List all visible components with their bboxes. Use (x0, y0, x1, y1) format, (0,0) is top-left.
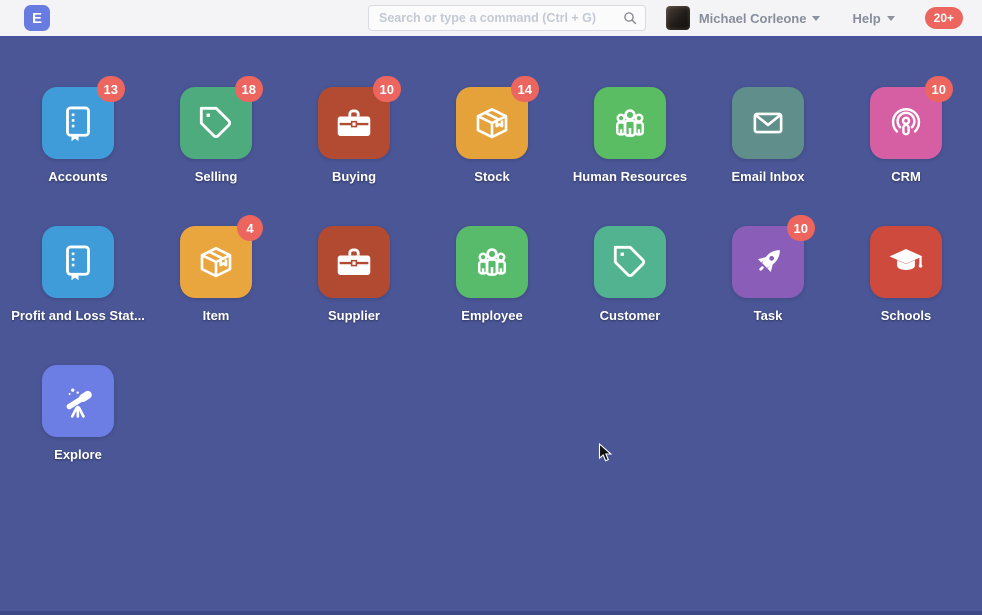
module-tile[interactable] (456, 226, 528, 298)
top-navbar: E Michael Corleone Help 20+ (0, 0, 982, 38)
briefcase-icon (333, 102, 375, 144)
people-icon (609, 102, 651, 144)
module-cell-email-inbox: Email Inbox (699, 87, 837, 184)
app-logo[interactable]: E (24, 5, 50, 31)
module-cell-employee: Employee (423, 226, 561, 323)
user-avatar[interactable] (666, 6, 690, 30)
module-cell-profit-and-loss-stat: Profit and Loss Stat... (9, 226, 147, 323)
graduation-cap-icon (885, 241, 927, 283)
global-search (368, 5, 646, 31)
module-tile[interactable] (318, 226, 390, 298)
module-cell-selling: 18 Selling (147, 87, 285, 184)
module-label: Selling (195, 169, 238, 184)
count-badge: 4 (237, 215, 263, 241)
module-label: Buying (332, 169, 376, 184)
module-grid: 13 Accounts 18 Selling 10 Buying 14 Stoc… (9, 87, 982, 504)
module-label: Employee (461, 308, 522, 323)
module-cell-customer: Customer (561, 226, 699, 323)
count-badge: 13 (97, 76, 125, 102)
module-cell-supplier: Supplier (285, 226, 423, 323)
module-label: Task (754, 308, 783, 323)
book-icon (57, 102, 99, 144)
module-cell-explore: Explore (9, 365, 147, 462)
count-badge: 10 (925, 76, 953, 102)
module-tile[interactable]: 10 (870, 87, 942, 159)
podcast-icon (885, 102, 927, 144)
module-tile[interactable]: 13 (42, 87, 114, 159)
module-cell-task: 10 Task (699, 226, 837, 323)
module-label: Schools (881, 308, 932, 323)
module-tile[interactable]: 10 (732, 226, 804, 298)
navbar-right: Michael Corleone Help 20+ (666, 0, 963, 36)
module-cell-buying: 10 Buying (285, 87, 423, 184)
search-input[interactable] (368, 5, 646, 31)
module-tile[interactable] (870, 226, 942, 298)
module-cell-human-resources: Human Resources (561, 87, 699, 184)
briefcase-icon (333, 241, 375, 283)
count-badge: 10 (787, 215, 815, 241)
chevron-down-icon (812, 16, 820, 21)
module-cell-item: 4 Item (147, 226, 285, 323)
module-tile[interactable] (732, 87, 804, 159)
module-label: Explore (54, 447, 102, 462)
notifications-badge[interactable]: 20+ (925, 7, 963, 29)
module-tile[interactable]: 14 (456, 87, 528, 159)
module-tile[interactable] (42, 365, 114, 437)
telescope-icon (57, 380, 99, 422)
bottom-edge (0, 611, 982, 615)
chevron-down-icon (887, 16, 895, 21)
module-label: Human Resources (573, 169, 687, 184)
module-tile[interactable] (594, 226, 666, 298)
module-label: Customer (600, 308, 661, 323)
count-badge: 10 (373, 76, 401, 102)
module-cell-schools: Schools (837, 226, 975, 323)
module-cell-crm: 10 CRM (837, 87, 975, 184)
module-label: Supplier (328, 308, 380, 323)
user-menu[interactable]: Michael Corleone (699, 11, 807, 26)
module-cell-stock: 14 Stock (423, 87, 561, 184)
tag-icon (609, 241, 651, 283)
module-label: Profit and Loss Stat... (11, 308, 145, 323)
module-label: CRM (891, 169, 921, 184)
rocket-icon (747, 241, 789, 283)
module-label: Accounts (48, 169, 107, 184)
tag-icon (195, 102, 237, 144)
mouse-cursor (598, 443, 616, 463)
module-tile[interactable] (594, 87, 666, 159)
package-icon (195, 241, 237, 283)
envelope-icon (747, 102, 789, 144)
module-label: Stock (474, 169, 509, 184)
count-badge: 18 (235, 76, 263, 102)
help-menu[interactable]: Help (852, 11, 880, 26)
module-tile[interactable]: 4 (180, 226, 252, 298)
count-badge: 14 (511, 76, 539, 102)
module-tile[interactable]: 10 (318, 87, 390, 159)
module-tile[interactable]: 18 (180, 87, 252, 159)
module-cell-accounts: 13 Accounts (9, 87, 147, 184)
desk-area: 13 Accounts 18 Selling 10 Buying 14 Stoc… (0, 38, 982, 611)
package-icon (471, 102, 513, 144)
book-icon (57, 241, 99, 283)
module-label: Item (203, 308, 230, 323)
module-label: Email Inbox (732, 169, 805, 184)
module-tile[interactable] (42, 226, 114, 298)
people-icon (471, 241, 513, 283)
search-icon (622, 10, 638, 26)
